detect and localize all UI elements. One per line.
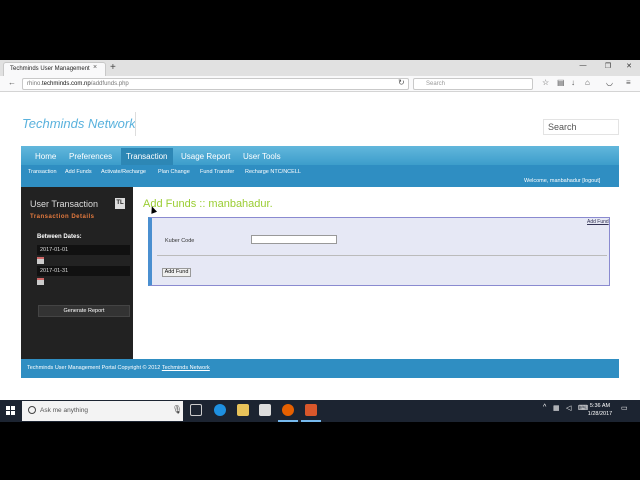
add-fund-button[interactable]: Add Fund	[162, 268, 191, 277]
store-icon[interactable]	[259, 404, 271, 416]
cortana-icon	[28, 406, 36, 414]
sidebar-subtitle: Transaction Details	[30, 214, 95, 220]
address-bar[interactable]: rhino.techminds.com.np/addfunds.php	[22, 78, 409, 90]
new-tab-icon[interactable]: +	[110, 63, 116, 73]
clock-time: 5:36 AM	[589, 403, 611, 409]
browser-search-input[interactable]: Search	[413, 78, 533, 90]
sidebar-title: User Transaction	[30, 199, 99, 209]
nav-user-tools[interactable]: User Tools	[243, 152, 281, 161]
page-footer: Techminds User Management Portal Copyrig…	[21, 359, 619, 378]
back-icon[interactable]: ←	[8, 78, 16, 87]
download-icon[interactable]: ↓	[571, 78, 575, 87]
nav-preferences[interactable]: Preferences	[69, 152, 112, 161]
between-dates-label: Between Dates:	[37, 234, 82, 240]
nav-usage-report[interactable]: Usage Report	[181, 152, 230, 161]
menu-icon[interactable]: ≡	[626, 78, 631, 87]
tab-close-icon[interactable]: ×	[93, 64, 97, 71]
screen: Techminds User Management × + — ❐ ✕ ← rh…	[0, 0, 640, 480]
site-search-input[interactable]: Search	[543, 119, 619, 135]
generate-report-button[interactable]: Generate Report	[38, 305, 130, 317]
clock-date: 1/28/2017	[587, 411, 613, 417]
calendar-icon[interactable]	[37, 257, 44, 264]
nav-transaction[interactable]: Transaction	[126, 152, 168, 161]
recorder-active-indicator	[301, 420, 321, 422]
subnav-recharge-ntc-ncell[interactable]: Recharge NTC/NCELL	[245, 169, 301, 175]
date-from-input[interactable]: 2017-01-01	[37, 245, 130, 255]
form-divider	[157, 255, 607, 256]
subnav-add-funds[interactable]: Add Funds	[65, 169, 92, 175]
brand-divider	[135, 112, 136, 136]
maximize-icon[interactable]: ❐	[601, 62, 615, 70]
firefox-icon[interactable]	[282, 404, 294, 416]
taskbar-clock[interactable]: 5:36 AM 1/28/2017	[585, 402, 615, 418]
recorder-app-icon[interactable]	[305, 404, 317, 416]
reload-icon[interactable]: ↻	[398, 78, 405, 87]
bookmark-star-icon[interactable]: ☆	[542, 78, 549, 87]
cortana-search-input[interactable]: Ask me anything	[22, 401, 183, 421]
subnav-fund-transfer[interactable]: Fund Transfer	[200, 169, 234, 175]
date-to-input[interactable]: 2017-01-31	[37, 266, 130, 276]
url-path: /addfunds.php	[90, 81, 129, 87]
subnav-transaction[interactable]: Transaction	[28, 169, 57, 175]
page-title: Add Funds :: manbahadur.	[143, 198, 273, 210]
url-prefix: rhino.	[27, 81, 43, 87]
welcome-text[interactable]: Welcome, manbahadur [logout]	[524, 178, 600, 184]
tray-chevron-icon[interactable]: ^	[543, 404, 546, 411]
notifications-icon[interactable]: ▭	[621, 404, 628, 412]
pocket-icon[interactable]: ◡	[606, 78, 613, 87]
network-icon[interactable]: ▦	[553, 404, 560, 412]
windows-start-icon[interactable]	[6, 406, 16, 416]
edge-icon[interactable]	[214, 404, 226, 416]
site-brand[interactable]: Techminds Network	[22, 116, 136, 131]
window-close-icon[interactable]: ✕	[622, 62, 636, 70]
kuber-code-label: Kuber Code	[165, 238, 195, 244]
file-explorer-icon[interactable]	[237, 404, 249, 416]
footer-link[interactable]: Techminds Network	[162, 365, 210, 371]
browser-tab[interactable]: Techminds User Management	[3, 62, 106, 76]
kuber-code-input[interactable]	[251, 235, 337, 244]
footer-text: Techminds User Management Portal Copyrig…	[27, 365, 161, 371]
url-domain: techminds.com.np	[42, 81, 91, 87]
sidebar-badge[interactable]: TL	[115, 198, 125, 209]
subnav-activate-recharge[interactable]: Activate/Recharge	[101, 169, 146, 175]
tab-title: Techminds User Management	[10, 66, 90, 72]
add-fund-link[interactable]: Add Fund	[587, 219, 609, 225]
calendar-icon[interactable]	[37, 278, 44, 285]
nav-home[interactable]: Home	[35, 152, 56, 161]
home-icon[interactable]: ⌂	[585, 78, 590, 87]
volume-icon[interactable]: ◁	[566, 404, 571, 412]
web-page: Techminds Network Search Home Preference…	[0, 92, 640, 400]
microphone-icon[interactable]: 🎙	[172, 405, 182, 414]
minimize-icon[interactable]: —	[576, 62, 590, 69]
firefox-active-indicator	[278, 420, 298, 422]
task-view-icon[interactable]	[190, 404, 202, 416]
subnav-plan-change[interactable]: Plan Change	[158, 169, 190, 175]
add-funds-form	[148, 217, 610, 286]
reading-list-icon[interactable]: ▤	[557, 78, 565, 87]
